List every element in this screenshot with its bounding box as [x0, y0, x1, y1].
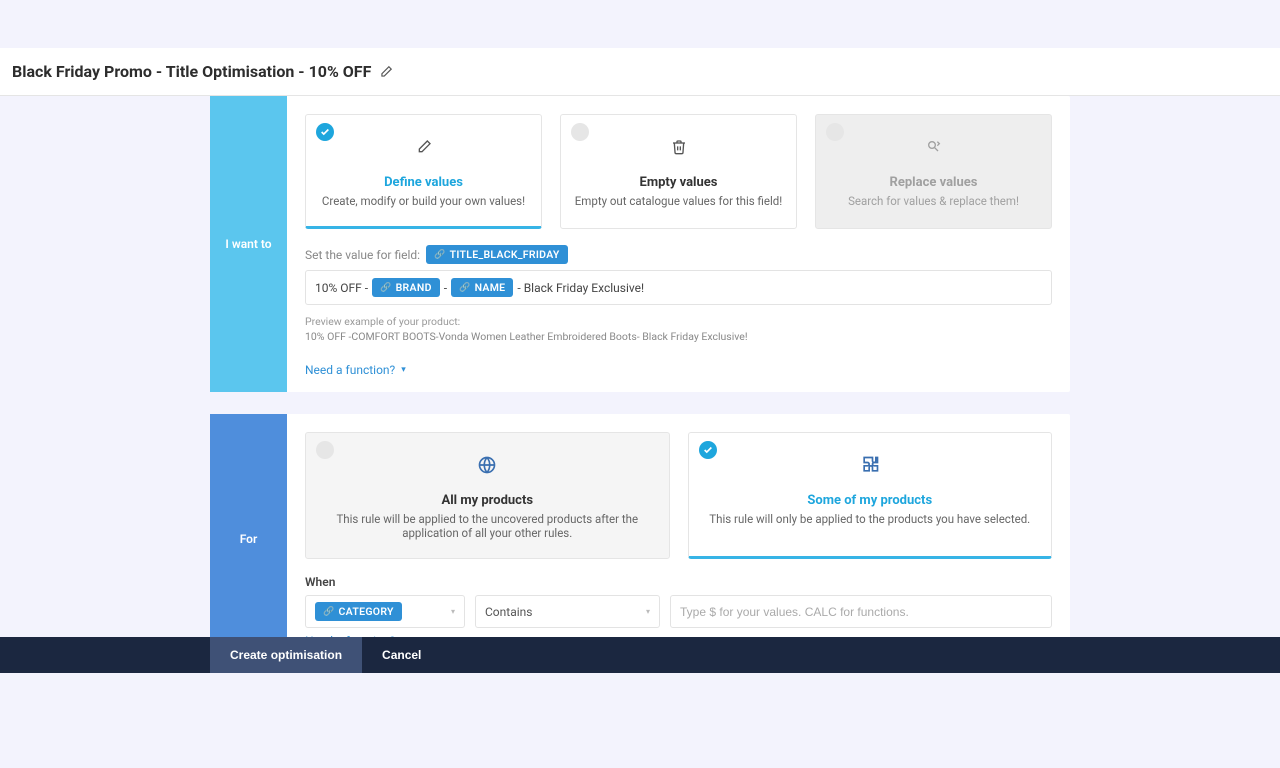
- option-define-values[interactable]: Define values Create, modify or build yo…: [305, 114, 542, 229]
- link-icon: 🔗: [323, 607, 335, 617]
- side-label-for: For: [210, 414, 287, 663]
- check-icon: [316, 123, 334, 141]
- field-label: Set the value for field:: [305, 248, 420, 262]
- value-tag-brand[interactable]: 🔗 BRAND: [372, 278, 440, 297]
- link-icon: 🔗: [380, 283, 392, 293]
- value-text-part: 10% OFF -: [315, 281, 368, 295]
- card-subtitle: Empty out catalogue values for this fiel…: [573, 194, 784, 208]
- chevron-down-icon: ▾: [646, 607, 650, 616]
- option-some-products[interactable]: Some of my products This rule will only …: [688, 432, 1053, 559]
- bottom-action-bar: Create optimisation Cancel: [0, 637, 1280, 673]
- card-subtitle: Search for values & replace them!: [828, 194, 1039, 208]
- pencil-icon[interactable]: [379, 65, 393, 79]
- when-label: When: [305, 575, 1052, 589]
- check-icon: [571, 123, 589, 141]
- value-text-part: - Black Friday Exclusive!: [517, 281, 644, 295]
- value-formula-input[interactable]: 10% OFF - 🔗 BRAND - 🔗 NAME - Black Frida…: [305, 270, 1052, 305]
- when-category-tag: 🔗 CATEGORY: [315, 602, 402, 621]
- when-field-select[interactable]: 🔗 CATEGORY ▾: [305, 595, 465, 628]
- card-subtitle: Create, modify or build your own values!: [318, 194, 529, 208]
- puzzle-icon: [701, 451, 1040, 479]
- search-replace-icon: [828, 133, 1039, 161]
- card-title: Some of my products: [701, 493, 1040, 508]
- chevron-down-icon: ▾: [401, 365, 406, 375]
- link-icon: 🔗: [434, 250, 446, 260]
- page-title: Black Friday Promo - Title Optimisation …: [12, 62, 371, 81]
- when-operator-select[interactable]: Contains ▾: [475, 595, 660, 628]
- option-empty-values[interactable]: Empty values Empty out catalogue values …: [560, 114, 797, 229]
- card-title: Define values: [318, 175, 529, 190]
- trash-icon: [573, 133, 784, 161]
- value-tag-name[interactable]: 🔗 NAME: [451, 278, 513, 297]
- cancel-button[interactable]: Cancel: [362, 637, 441, 673]
- value-text-part: -: [444, 281, 447, 295]
- check-icon: [316, 441, 334, 459]
- card-title: All my products: [318, 493, 657, 508]
- preview-text: 10% OFF -COMFORT BOOTS-Vonda Women Leath…: [305, 330, 1052, 343]
- pencil-icon: [318, 133, 529, 161]
- preview-label: Preview example of your product:: [305, 315, 1052, 328]
- option-all-products[interactable]: All my products This rule will be applie…: [305, 432, 670, 559]
- card-title: Replace values: [828, 175, 1039, 190]
- option-replace-values: Replace values Search for values & repla…: [815, 114, 1052, 229]
- create-optimisation-button[interactable]: Create optimisation: [210, 637, 362, 673]
- check-icon: [826, 123, 844, 141]
- need-function-link[interactable]: Need a function? ▾: [305, 363, 406, 377]
- link-icon: 🔗: [459, 283, 471, 293]
- card-title: Empty values: [573, 175, 784, 190]
- chevron-down-icon: ▾: [451, 607, 455, 616]
- side-label-iwantto: I want to: [210, 96, 287, 392]
- when-value-input[interactable]: [670, 595, 1052, 628]
- field-tag[interactable]: 🔗 TITLE_BLACK_FRIDAY: [426, 245, 568, 264]
- globe-icon: [318, 451, 657, 479]
- card-subtitle: This rule will only be applied to the pr…: [701, 512, 1040, 526]
- card-subtitle: This rule will be applied to the uncover…: [318, 512, 657, 540]
- check-icon: [699, 441, 717, 459]
